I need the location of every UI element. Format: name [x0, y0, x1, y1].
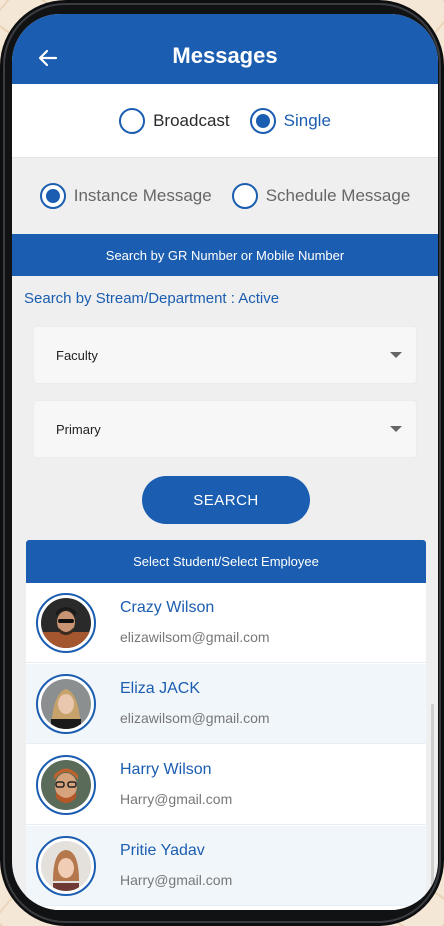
avatar — [36, 593, 96, 653]
scrollbar[interactable] — [431, 704, 434, 894]
radio-label: Schedule Message — [265, 186, 411, 205]
avatar — [36, 674, 96, 734]
recipient-list: Select Student/Select Employee Crazy Wil… — [26, 540, 426, 910]
contact-name: Harry Wilson — [120, 761, 212, 778]
app-screen: Messages Broadcast Single Instance Messa… — [12, 14, 438, 910]
contact-email: elizawilsom@gmail.com — [120, 629, 270, 645]
contact-name: Pritie Yadav — [120, 842, 205, 859]
radio-instance-message[interactable]: Instance Message — [39, 183, 212, 209]
radio-broadcast[interactable]: Broadcast — [119, 107, 230, 134]
radio-label: Instance Message — [73, 186, 212, 205]
dropdown-value: Primary — [56, 421, 101, 437]
arrow-left-icon — [38, 49, 58, 67]
list-item[interactable]: Crazy Wilson elizawilsom@gmail.com — [26, 583, 426, 663]
page-title: Messages — [172, 43, 278, 68]
search-by-gr-button[interactable]: Search by GR Number or Mobile Number — [12, 234, 438, 276]
back-button[interactable] — [30, 40, 66, 76]
radio-single[interactable]: Single — [249, 107, 331, 134]
radio-label: Broadcast — [153, 110, 230, 130]
radio-checked-icon — [39, 183, 66, 209]
radio-schedule-message[interactable]: Schedule Message — [231, 183, 411, 209]
stream-department-label: Search by Stream/Department : Active — [24, 290, 280, 307]
list-item[interactable]: Eliza JACK elizawilsom@gmail.com — [26, 664, 426, 744]
radio-label: Single — [283, 110, 331, 130]
app-header: Messages — [12, 14, 438, 84]
list-item[interactable]: Pritie Yadav Harry@gmail.com — [26, 826, 426, 906]
radio-unchecked-icon — [231, 183, 258, 209]
radio-unchecked-icon — [119, 107, 146, 134]
contact-email: Harry@gmail.com — [120, 872, 233, 888]
avatar — [36, 836, 96, 896]
dropdown-value: Faculty — [56, 347, 98, 363]
department-dropdown[interactable]: Faculty — [34, 327, 416, 383]
contact-email: Harry@gmail.com — [120, 791, 233, 807]
message-type-selector: Instance Message Schedule Message — [12, 158, 438, 234]
contact-email: elizawilsom@gmail.com — [120, 710, 270, 726]
caret-down-icon — [390, 426, 402, 432]
caret-down-icon — [390, 352, 402, 358]
search-button[interactable]: SEARCH — [142, 476, 310, 524]
avatar — [36, 755, 96, 815]
list-header: Select Student/Select Employee — [26, 540, 426, 583]
radio-checked-icon — [249, 107, 276, 134]
contact-name: Crazy Wilson — [120, 599, 215, 616]
stream-dropdown[interactable]: Primary — [34, 401, 416, 457]
audience-selector: Broadcast Single — [12, 84, 438, 158]
contact-name: Eliza JACK — [120, 680, 201, 697]
list-item[interactable]: Harry Wilson Harry@gmail.com — [26, 745, 426, 825]
